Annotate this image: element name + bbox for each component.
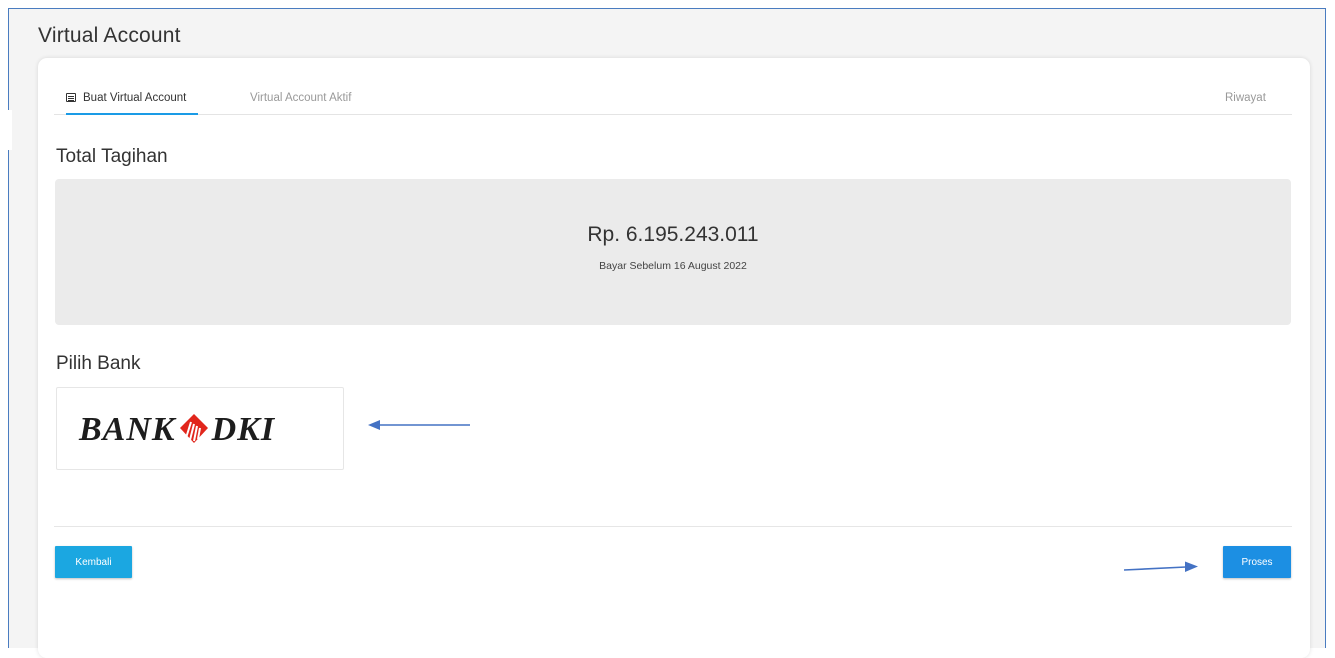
tab-create-virtual-account[interactable]: Buat Virtual Account [66,80,199,115]
tab-history[interactable]: Riwayat [1225,80,1266,114]
bank-logo-text-right: DKI [211,411,276,448]
tab-label: Buat Virtual Account [83,92,187,104]
bank-logo-text-left: BANK [79,411,176,448]
total-amount: Rp. 6.195.243.011 [587,223,759,246]
bank-dki-emblem-icon [179,414,208,443]
proceed-button[interactable]: Proses [1223,546,1291,578]
total-summary-box: Rp. 6.195.243.011 Bayar Sebelum 16 Augus… [55,179,1291,325]
bank-dki-logo: BANK DKI [79,410,275,450]
back-button[interactable]: Kembali [55,546,132,578]
annotation-arrow-left-icon [368,420,470,430]
main-card [38,58,1310,658]
tab-active-virtual-account[interactable]: Virtual Account Aktif [250,80,351,114]
page-title: Virtual Account [38,24,181,47]
bank-option-dki[interactable]: BANK DKI [56,387,344,470]
tab-bar: Buat Virtual Account Virtual Account Akt… [54,80,1292,115]
total-heading: Total Tagihan [56,146,168,167]
bank-heading: Pilih Bank [56,353,141,374]
due-date-text: Bayar Sebelum 16 August 2022 [599,260,747,272]
annotation-arrow-right-icon [1123,561,1198,572]
footer-divider [54,526,1292,527]
frame-accent [8,110,12,150]
list-icon [66,93,76,102]
